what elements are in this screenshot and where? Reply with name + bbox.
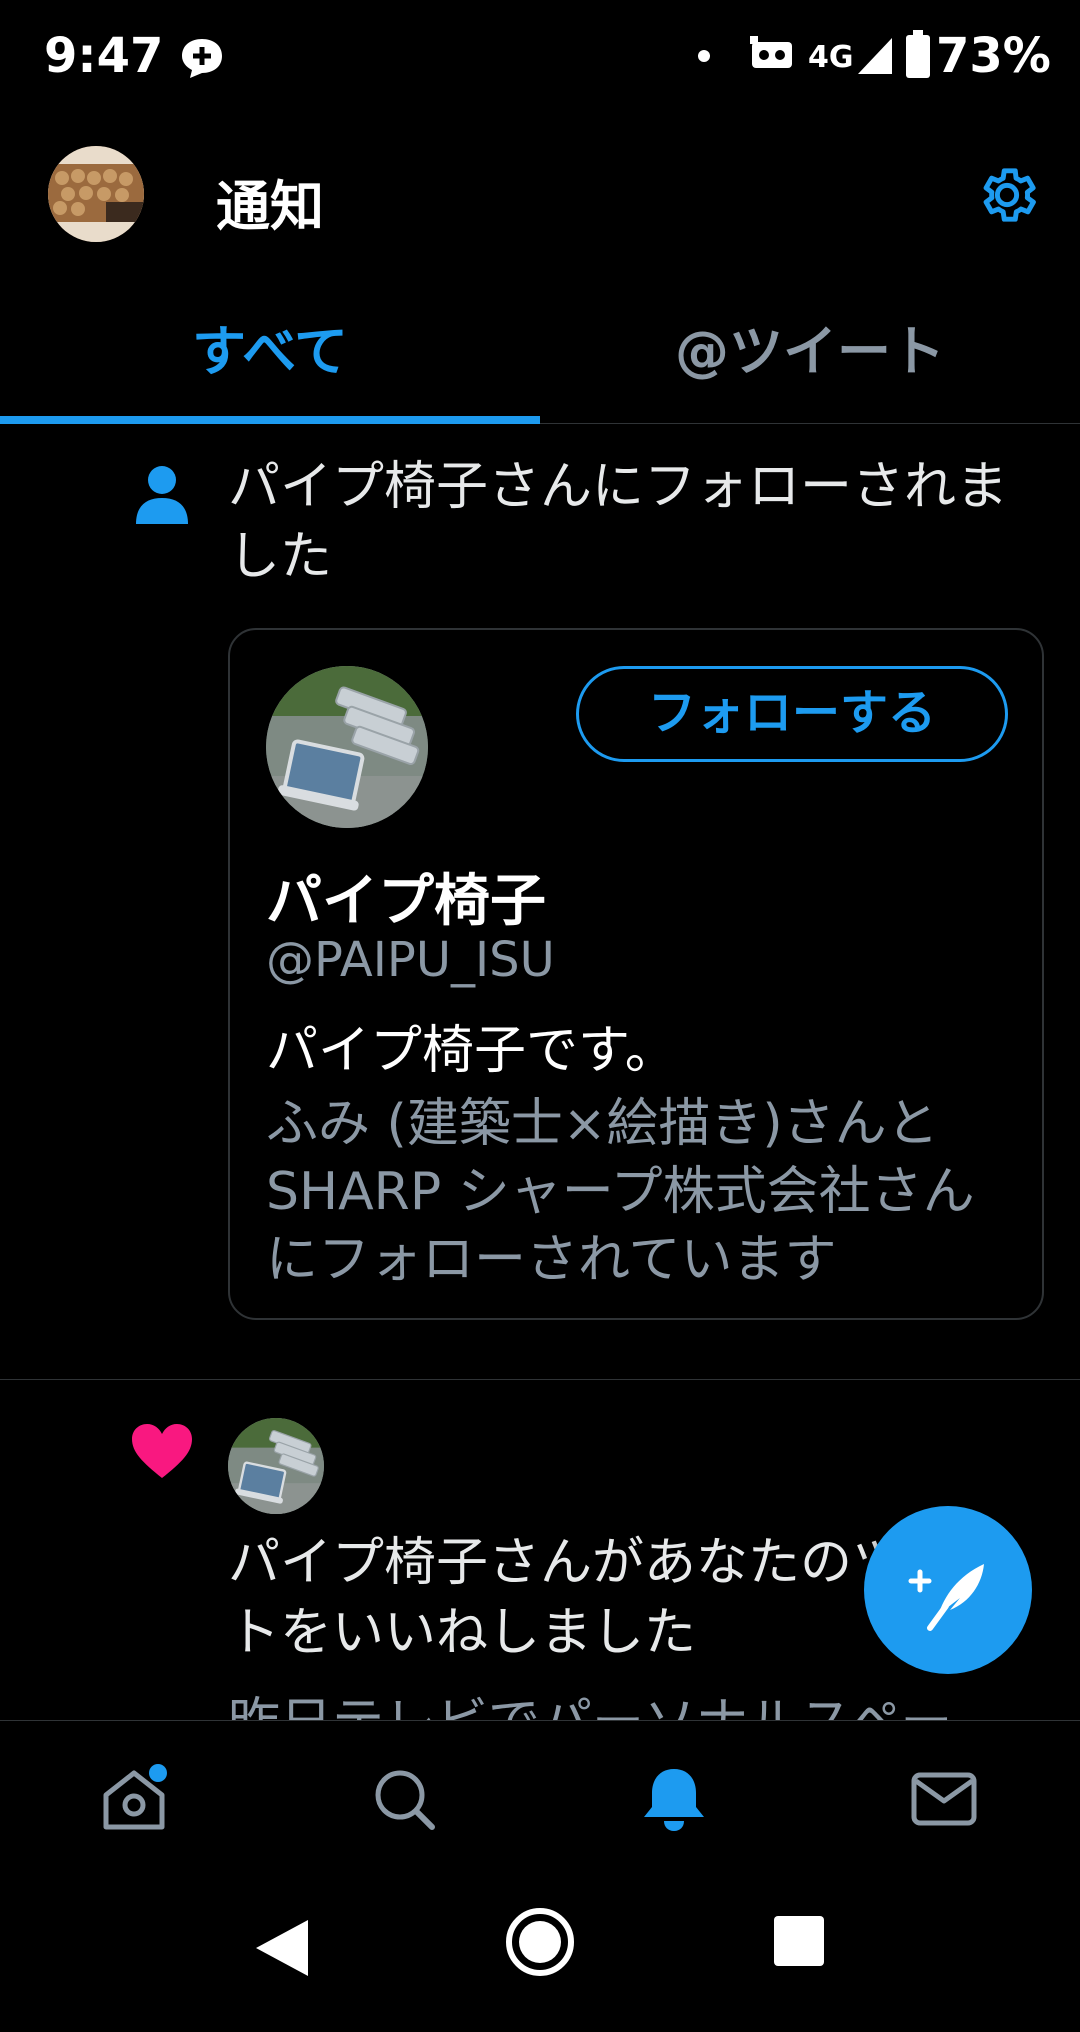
- user-handle: @PAIPU_ISU: [266, 932, 555, 988]
- person-icon: [136, 466, 188, 524]
- bell-icon[interactable]: [638, 1763, 710, 1835]
- mail-icon[interactable]: [908, 1763, 980, 1835]
- follow-notification[interactable]: パイプ椅子さんにフォローされました フォローする パイプ椅子 @PAIPU_IS…: [0, 424, 1080, 1380]
- user-bio: パイプ椅子です。: [266, 1021, 677, 1081]
- page-title: 通知: [216, 175, 324, 238]
- profile-avatar[interactable]: [48, 146, 144, 242]
- compose-feather-icon: [908, 1564, 984, 1631]
- data-saver-icon: [750, 36, 792, 68]
- recents-icon[interactable]: [774, 1916, 824, 1966]
- system-navigation: [0, 1880, 1080, 2032]
- profile-avatar-image: [48, 146, 144, 242]
- followed-by-text: ふみ (建築士×絵描き)さんとSHARP シャープ株式会社さんにフォローされてい…: [266, 1094, 975, 1290]
- user-avatar[interactable]: [266, 666, 428, 828]
- status-dot: [698, 50, 710, 62]
- pipe-chair-avatar-image: [228, 1418, 324, 1514]
- compose-tweet-button[interactable]: [864, 1506, 1032, 1674]
- user-card[interactable]: フォローする パイプ椅子 @PAIPU_ISU パイプ椅子です。 ふみ (建築士…: [228, 628, 1044, 1320]
- header: 通知: [0, 116, 1080, 286]
- home-badge-dot: [149, 1764, 167, 1782]
- liker-avatar[interactable]: [228, 1418, 324, 1514]
- pipe-chair-avatar-image: [266, 666, 428, 828]
- battery-percentage: 73%: [936, 28, 1051, 84]
- tweet-snippet: 昨日テレビでパーソナルスペー: [228, 1680, 1048, 1720]
- home-icon[interactable]: [98, 1763, 170, 1835]
- notification-text: パイプ椅子さんにフォローされました: [228, 457, 1009, 587]
- network-type: 4G: [808, 40, 854, 75]
- back-icon[interactable]: [252, 1916, 312, 1980]
- notification-tabs: すべて @ツイート: [0, 286, 1080, 424]
- chat-notification-icon: [182, 39, 222, 78]
- tab-all[interactable]: すべて: [0, 286, 540, 424]
- bottom-navigation: [0, 1720, 1080, 1880]
- battery-icon: [906, 30, 930, 78]
- status-bar: 9:47 4G 73%: [0, 0, 1080, 116]
- settings-gear-icon[interactable]: [974, 162, 1040, 228]
- user-display-name[interactable]: パイプ椅子: [266, 856, 546, 937]
- tab-mentions[interactable]: @ツイート: [540, 286, 1080, 424]
- heart-icon: [132, 1424, 192, 1478]
- signal-icon: [858, 38, 892, 74]
- system-home-icon[interactable]: [504, 1906, 576, 1978]
- follow-button[interactable]: フォローする: [576, 666, 1008, 762]
- search-icon[interactable]: [368, 1763, 440, 1835]
- status-time: 9:47: [44, 28, 164, 84]
- active-tab-indicator: [0, 416, 540, 424]
